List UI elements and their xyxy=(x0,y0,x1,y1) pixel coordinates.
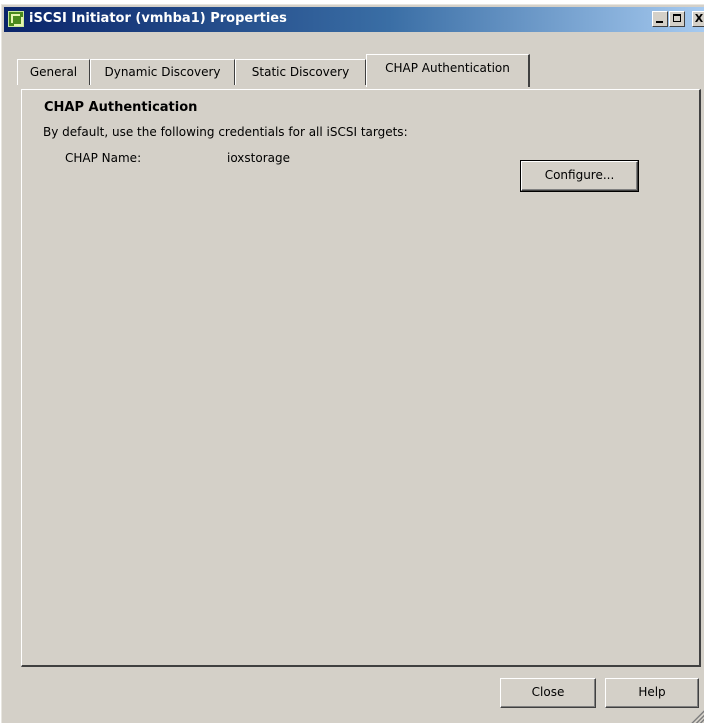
minimize-button[interactable] xyxy=(652,11,668,27)
window-title: iSCSI Initiator (vmhba1) Properties xyxy=(29,11,287,26)
configure-button[interactable]: Configure... xyxy=(520,160,639,192)
description-text: By default, use the following credential… xyxy=(43,125,408,139)
tab-static-discovery[interactable]: Static Discovery xyxy=(235,59,366,85)
tab-panel-chap: CHAP Authentication By default, use the … xyxy=(21,89,701,667)
minimize-icon xyxy=(656,21,663,23)
maximize-button[interactable] xyxy=(669,11,685,27)
resize-grip-icon[interactable] xyxy=(690,709,704,723)
close-window-button[interactable]: X xyxy=(692,11,704,27)
close-button[interactable]: Close xyxy=(500,678,596,708)
vsphere-client-icon xyxy=(8,11,24,27)
chap-name-value: ioxstorage xyxy=(227,151,290,165)
tab-chap-authentication[interactable]: CHAP Authentication xyxy=(366,54,530,87)
help-button[interactable]: Help xyxy=(605,678,699,708)
properties-window: iSCSI Initiator (vmhba1) Properties X Ge… xyxy=(1,4,704,723)
title-bar[interactable]: iSCSI Initiator (vmhba1) Properties X xyxy=(4,7,704,32)
tab-general[interactable]: General xyxy=(17,59,90,85)
tab-dynamic-discovery[interactable]: Dynamic Discovery xyxy=(90,59,235,85)
maximize-icon xyxy=(673,14,681,22)
section-title: CHAP Authentication xyxy=(44,100,198,115)
chap-name-label: CHAP Name: xyxy=(65,151,142,165)
close-icon: X xyxy=(694,12,704,25)
